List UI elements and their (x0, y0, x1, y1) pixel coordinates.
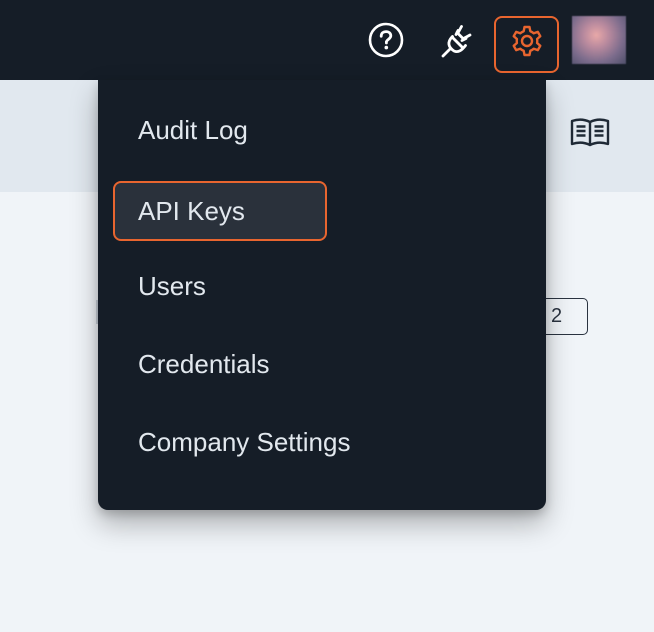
documentation-button[interactable] (566, 114, 614, 154)
help-button[interactable] (364, 20, 408, 64)
user-avatar[interactable] (572, 16, 626, 64)
menu-item-label: API Keys (138, 195, 245, 226)
menu-item-company-settings[interactable]: Company Settings (113, 412, 350, 472)
menu-item-label: Company Settings (138, 426, 351, 457)
book-open-icon (569, 117, 611, 152)
gear-icon (509, 24, 545, 65)
top-navigation-bar (0, 0, 654, 80)
menu-item-users[interactable]: Users (113, 256, 327, 316)
settings-dropdown-menu: Audit Log API Keys Users Credentials Com… (98, 80, 546, 510)
menu-item-credentials[interactable]: Credentials (113, 334, 327, 394)
menu-item-label: Credentials (138, 348, 270, 379)
pagination-page-label: 2 (551, 305, 563, 327)
plug-icon (436, 20, 476, 65)
menu-item-label: Audit Log (138, 114, 248, 145)
menu-item-label: Users (138, 270, 206, 301)
menu-item-audit-log[interactable]: Audit Log (113, 100, 327, 160)
help-circle-icon (368, 22, 404, 63)
menu-item-api-keys[interactable]: API Keys (113, 181, 327, 241)
settings-button[interactable] (494, 16, 559, 73)
pagination-page-button[interactable]: 2 (540, 298, 588, 335)
integrations-button[interactable] (434, 20, 478, 64)
